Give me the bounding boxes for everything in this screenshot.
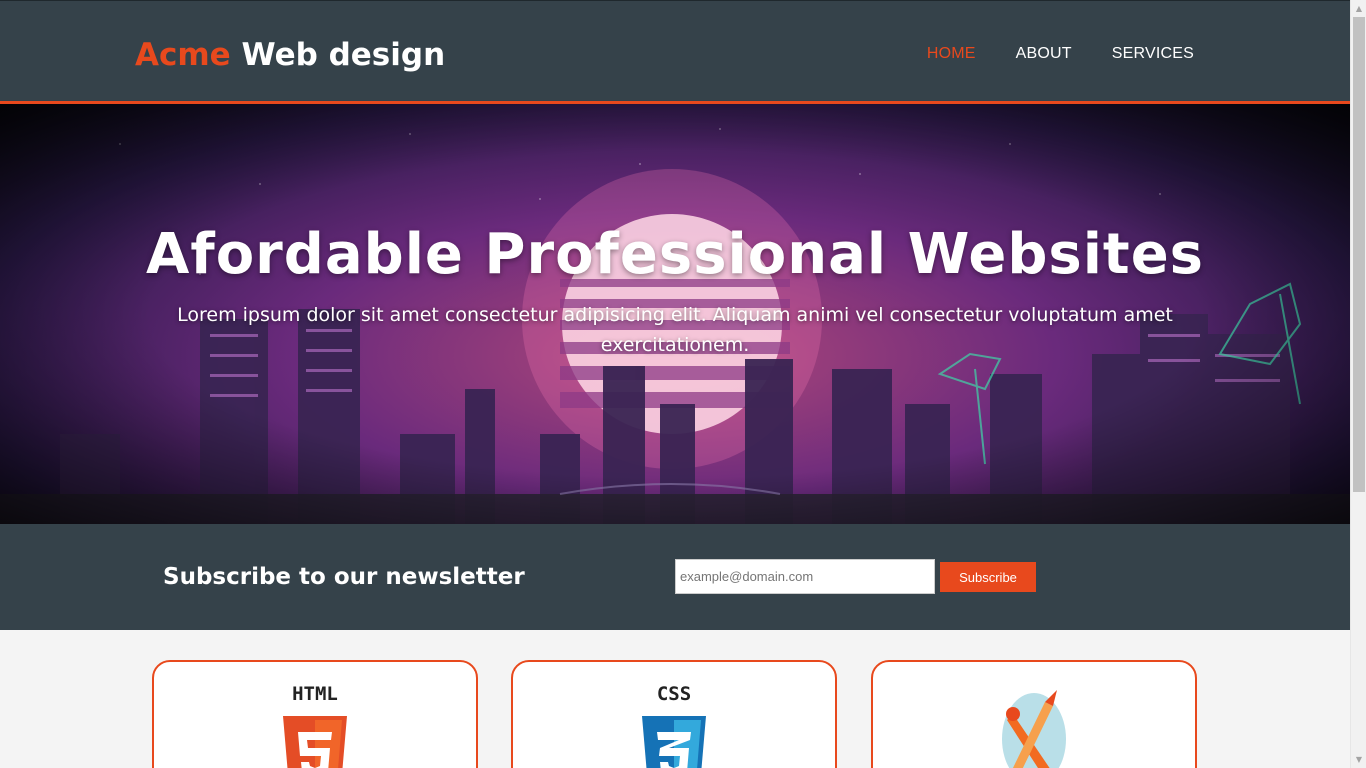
feature-box-design	[871, 660, 1197, 768]
newsletter-section: Subscribe to our newsletter Subscribe	[0, 524, 1350, 630]
feature-box-html: HTML	[152, 660, 478, 768]
showcase-banner: Afordable Professional Websites Lorem ip…	[0, 104, 1350, 524]
html-logo-text: HTML	[292, 683, 338, 705]
paintbrush-pencil-icon	[999, 684, 1069, 768]
scrollbar-thumb[interactable]	[1353, 17, 1365, 492]
scroll-up-icon[interactable]: ▲	[1351, 0, 1366, 17]
showcase-text: Lorem ipsum dolor sit amet consectetur a…	[177, 304, 1173, 356]
brand-highlight: Acme	[135, 37, 231, 73]
site-header: Acme Web design HOME ABOUT SERVICES	[0, 0, 1350, 104]
showcase-title: Afordable Professional Websites	[145, 222, 1205, 287]
scroll-down-icon[interactable]: ▼	[1351, 751, 1366, 768]
nav-home-link[interactable]: HOME	[927, 45, 976, 63]
nav-services-link[interactable]: SERVICES	[1112, 45, 1194, 63]
nav-about-link[interactable]: ABOUT	[1016, 45, 1072, 63]
main-nav: HOME ABOUT SERVICES	[927, 45, 1194, 63]
email-input[interactable]	[675, 559, 935, 594]
css-logo-text: CSS	[657, 683, 691, 705]
feature-box-css: CSS	[511, 660, 837, 768]
brand-text: Web design	[230, 37, 446, 73]
subscribe-button[interactable]: Subscribe	[940, 562, 1036, 592]
newsletter-heading: Subscribe to our newsletter	[163, 564, 525, 590]
features-section: HTML CSS	[0, 630, 1350, 768]
css3-logo-icon: CSS	[639, 682, 709, 768]
page-scrollbar[interactable]: ▲ ▼	[1350, 0, 1366, 768]
brand-logo[interactable]: Acme Web design	[135, 37, 445, 73]
html5-logo-icon: HTML	[280, 682, 350, 768]
